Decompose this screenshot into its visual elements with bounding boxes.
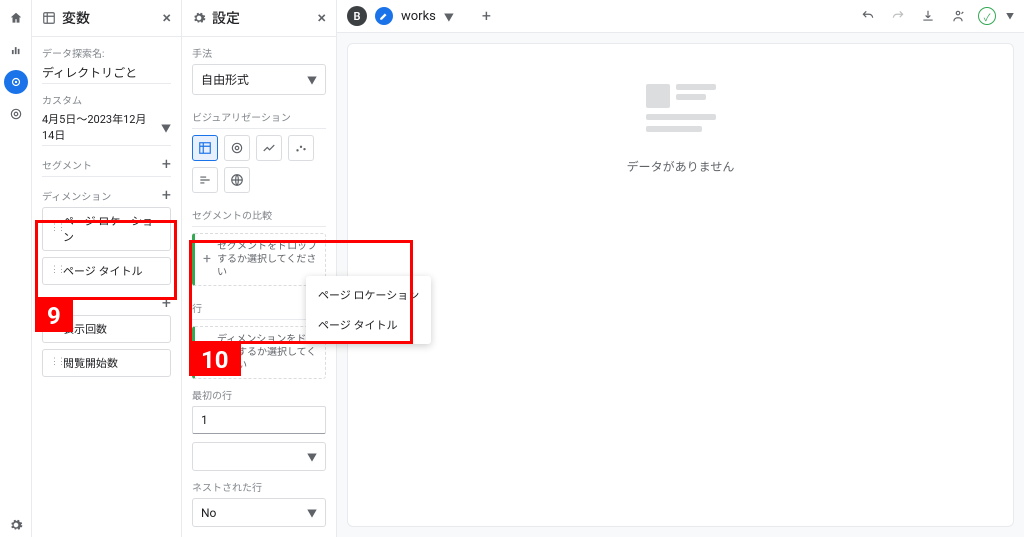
dropdown-item[interactable]: ページ タイトル (306, 310, 431, 340)
explore-icon[interactable] (4, 70, 28, 94)
tab-label[interactable]: works (401, 9, 436, 24)
edit-icon[interactable] (375, 7, 393, 25)
dimension-chip[interactable]: ページ ロケーション (42, 207, 171, 251)
scatter-viz-icon[interactable] (288, 135, 314, 161)
dropzone-text: セグメントをドロップするか選択してください (217, 240, 317, 279)
date-range-text: 4月5日～2023年12月14日 (42, 111, 157, 143)
nested-rows-select[interactable]: No ▼ (192, 498, 326, 527)
chip-label: ページ タイトル (63, 263, 143, 279)
geo-viz-icon[interactable] (224, 167, 250, 193)
first-row-input[interactable]: 1 (192, 406, 326, 434)
tab-badge: B (347, 6, 367, 26)
close-icon[interactable]: × (317, 10, 326, 26)
chevron-down-icon: ▼ (307, 505, 317, 520)
nested-rows-value: No (201, 506, 216, 520)
grip-icon (51, 266, 59, 276)
segment-compare-label: セグメントの比較 (192, 207, 326, 222)
download-icon[interactable] (918, 6, 938, 26)
dimensions-label: ディメンション (42, 188, 111, 203)
chip-label: ページ ロケーション (63, 213, 162, 245)
settings-title: 設定 (212, 8, 240, 28)
custom-label: カスタム (42, 92, 171, 107)
technique-value: 自由形式 (201, 71, 249, 88)
variables-title: 変数 (62, 8, 90, 28)
dimensions-section-head: ディメンション + (42, 187, 171, 203)
segments-label: セグメント (42, 157, 92, 172)
technique-select[interactable]: 自由形式 ▼ (192, 64, 326, 95)
no-data-text: データがありません (627, 158, 735, 175)
admin-gear-icon[interactable] (4, 513, 28, 537)
nested-rows-label: ネストされた行 (192, 479, 326, 494)
grip-icon (51, 224, 59, 234)
dropzone-text: ディメンションをドロップするか選択してください (217, 333, 317, 372)
redo-icon[interactable] (888, 6, 908, 26)
metrics-label: 指標 (42, 296, 62, 311)
plus-icon: + (203, 250, 211, 268)
grip-icon (51, 324, 59, 334)
bar-viz-icon[interactable] (192, 167, 218, 193)
tab-bar: B works ▼ + ✓ ▼ (337, 0, 1024, 33)
home-icon[interactable] (4, 6, 28, 30)
settings-panel: 設定 × 手法 自由形式 ▼ ビジュアリゼーション セグメントの比較 (182, 0, 337, 537)
chevron-down-icon: ▼ (161, 120, 171, 135)
variables-header: 変数 × (32, 0, 181, 37)
nav-rail (0, 0, 32, 537)
chevron-down-icon[interactable]: ▼ (1006, 11, 1014, 22)
metric-chip[interactable]: 閲覧開始数 (42, 349, 171, 377)
chevron-down-icon: ▼ (307, 449, 317, 464)
first-row-label: 最初の行 (192, 387, 326, 402)
date-range-picker[interactable]: 4月5日～2023年12月14日 ▼ (42, 111, 171, 143)
exploration-name-value[interactable]: ディレクトリごと (42, 64, 171, 81)
technique-label: 手法 (192, 45, 326, 60)
table-viz-icon[interactable] (192, 135, 218, 161)
gear-icon (192, 11, 206, 25)
donut-viz-icon[interactable] (224, 135, 250, 161)
dimension-dropdown-menu: ページ ロケーション ページ タイトル (306, 276, 431, 344)
chevron-down-icon: ▼ (307, 72, 317, 87)
close-icon[interactable]: × (162, 10, 171, 26)
add-segment-button[interactable]: + (162, 156, 171, 172)
visualization-label: ビジュアリゼーション (192, 109, 326, 124)
add-metric-button[interactable]: + (162, 295, 171, 311)
add-tab-button[interactable]: + (482, 8, 491, 24)
segments-section-head: セグメント + (42, 156, 171, 172)
metrics-section-head: 指標 + (42, 295, 171, 311)
chip-label: 閲覧開始数 (63, 355, 118, 371)
dropdown-item[interactable]: ページ ロケーション (306, 280, 431, 310)
variables-icon (42, 11, 56, 25)
canvas: データがありません (347, 43, 1014, 527)
share-icon[interactable] (948, 6, 968, 26)
undo-icon[interactable] (858, 6, 878, 26)
no-data-placeholder-icon (646, 84, 716, 144)
chip-label: 表示回数 (63, 321, 107, 337)
status-check-icon[interactable]: ✓ (978, 7, 996, 25)
line-viz-icon[interactable] (256, 135, 282, 161)
advertising-icon[interactable] (4, 102, 28, 126)
chevron-down-icon[interactable]: ▼ (444, 9, 454, 24)
variables-panel: 変数 × データ探索名: ディレクトリごと カスタム 4月5日～2023年12月… (32, 0, 182, 537)
visualization-picker (192, 135, 326, 193)
reports-icon[interactable] (4, 38, 28, 62)
plus-icon: + (203, 343, 211, 361)
add-dimension-button[interactable]: + (162, 187, 171, 203)
grip-icon (51, 358, 59, 368)
settings-header: 設定 × (182, 0, 336, 37)
exploration-name-label: データ探索名: (42, 45, 171, 60)
metric-chip[interactable]: 表示回数 (42, 315, 171, 343)
show-rows-select[interactable]: ▼ (192, 442, 326, 471)
dimension-chip[interactable]: ページ タイトル (42, 257, 171, 285)
first-row-value: 1 (201, 413, 208, 427)
main-area: B works ▼ + ✓ ▼ (337, 0, 1024, 537)
